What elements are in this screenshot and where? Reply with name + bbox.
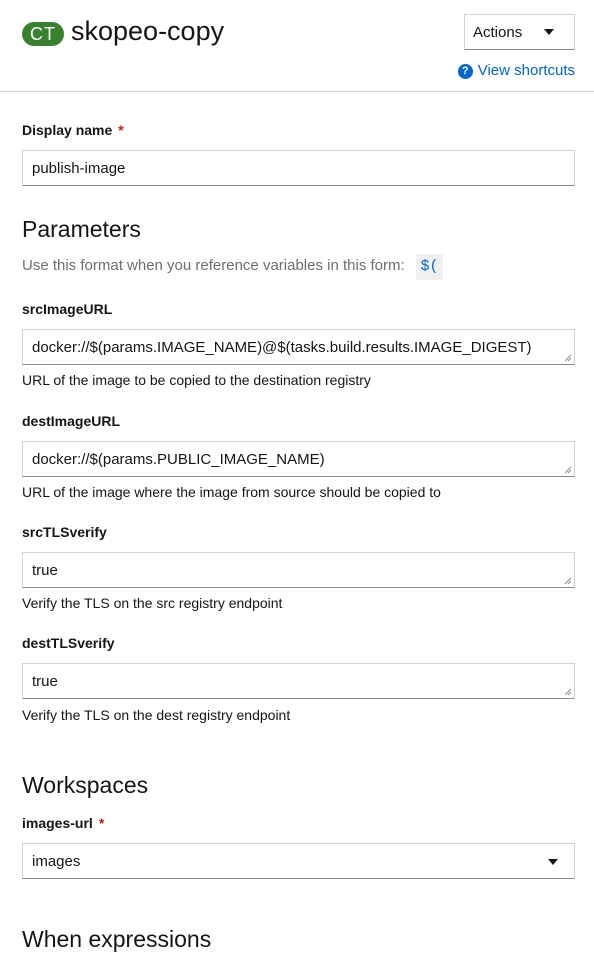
parameters-heading: Parameters bbox=[22, 216, 141, 242]
required-indicator: * bbox=[118, 122, 124, 138]
actions-label: Actions bbox=[473, 24, 523, 41]
dest-tls-verify-helper: Verify the TLS on the dest registry endp… bbox=[22, 707, 291, 723]
dest-image-url-label: destImageURL bbox=[22, 413, 121, 429]
caret-down-icon bbox=[548, 859, 558, 865]
required-indicator: * bbox=[98, 815, 105, 831]
page-title: skopeo-copy bbox=[71, 16, 225, 46]
dest-image-url-helper: URL of the image where the image from so… bbox=[22, 484, 441, 500]
src-image-url-helper: URL of the image to be copied to the des… bbox=[22, 372, 371, 388]
dest-tls-verify-label: destTLSverify bbox=[22, 635, 115, 651]
src-image-url-value: docker://$(params.IMAGE_NAME)@$(tasks.bu… bbox=[32, 339, 532, 356]
dest-image-url-value: docker://$(params.PUBLIC_IMAGE_NAME) bbox=[32, 451, 325, 468]
actions-dropdown[interactable]: Actions bbox=[464, 14, 575, 50]
images-url-select[interactable]: images bbox=[22, 843, 575, 879]
resize-handle-icon[interactable] bbox=[564, 688, 572, 696]
images-url-label-text: images-url bbox=[22, 815, 93, 831]
workspaces-heading: Workspaces bbox=[22, 772, 149, 798]
images-url-label: images-url * bbox=[22, 814, 104, 832]
when-expressions-heading: When expressions bbox=[22, 926, 212, 952]
dest-image-url-input[interactable]: docker://$(params.PUBLIC_IMAGE_NAME) bbox=[22, 441, 575, 477]
src-tls-verify-value: true bbox=[32, 562, 58, 579]
display-name-label-text: Display name bbox=[22, 122, 113, 138]
src-tls-verify-input[interactable]: true bbox=[22, 552, 575, 588]
display-name-label: Display name * bbox=[22, 121, 124, 139]
display-name-value: publish-image bbox=[32, 160, 126, 177]
src-tls-verify-label: srcTLSverify bbox=[22, 524, 107, 540]
view-shortcuts-label: View shortcuts bbox=[477, 62, 575, 79]
images-url-selected-value: images bbox=[32, 853, 81, 870]
src-image-url-input[interactable]: docker://$(params.IMAGE_NAME)@$(tasks.bu… bbox=[22, 329, 575, 365]
cluster-task-badge: CT bbox=[22, 22, 64, 46]
resize-handle-icon[interactable] bbox=[564, 577, 572, 585]
display-name-input[interactable]: publish-image bbox=[22, 150, 575, 186]
dest-tls-verify-value: true bbox=[32, 673, 58, 690]
view-shortcuts-link[interactable]: ? View shortcuts bbox=[457, 61, 575, 81]
src-image-url-label: srcImageURL bbox=[22, 301, 113, 317]
question-circle-icon: ? bbox=[457, 63, 473, 79]
page-header: CT skopeo-copy Actions ? View shortcuts bbox=[0, 0, 594, 92]
resize-handle-icon[interactable] bbox=[564, 466, 572, 474]
dest-tls-verify-input[interactable]: true bbox=[22, 663, 575, 699]
resize-handle-icon[interactable] bbox=[564, 354, 572, 362]
variables-format-hint: Use this format when you reference varia… bbox=[22, 257, 405, 274]
src-tls-verify-helper: Verify the TLS on the src registry endpo… bbox=[22, 595, 283, 611]
variables-format-code: $( bbox=[416, 254, 443, 280]
caret-down-icon bbox=[544, 29, 554, 35]
